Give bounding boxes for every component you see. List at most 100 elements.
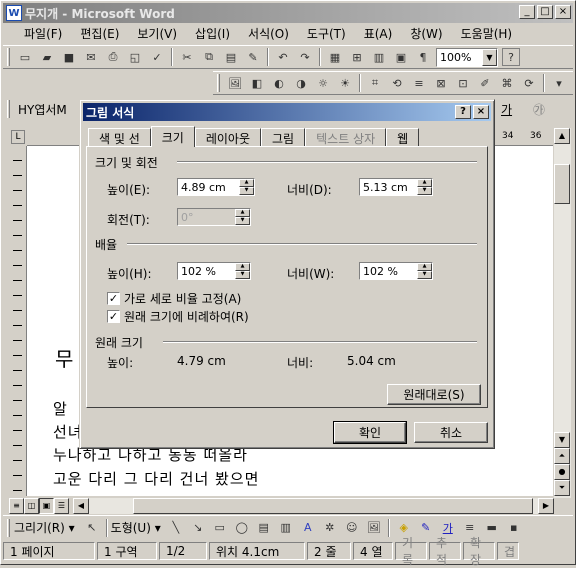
tables-borders-icon[interactable]: ▦ xyxy=(324,47,346,67)
next-page-icon[interactable]: ⏷ xyxy=(554,480,570,496)
checkmark-icon[interactable]: ✓ xyxy=(107,292,120,305)
normal-view-icon[interactable]: ≡ xyxy=(9,498,24,514)
text-wrap-icon[interactable]: ⊡ xyxy=(452,73,474,93)
print-preview-icon[interactable]: ◱ xyxy=(124,47,146,67)
vertical-scrollbar[interactable]: ▲ ▼ ⏶ ● ⏷ xyxy=(554,128,571,498)
spin-down-icon[interactable]: ▼ xyxy=(235,271,250,279)
autoshapes-button[interactable]: 도형(U) ▾ xyxy=(111,519,161,536)
cancel-button[interactable]: 취소 xyxy=(414,422,488,443)
scroll-down-icon[interactable]: ▼ xyxy=(554,432,570,448)
menu-view[interactable]: 보기(V) xyxy=(128,25,186,42)
spin-down-icon[interactable]: ▼ xyxy=(239,187,254,195)
copy-icon[interactable]: ⧉ xyxy=(198,47,220,67)
draw-menu-button[interactable]: 그리기(R) ▾ xyxy=(14,519,75,536)
format-painter-icon[interactable]: ✎ xyxy=(242,47,264,67)
scroll-right-icon[interactable]: ▶ xyxy=(538,498,554,514)
outline-view-icon[interactable]: ☰ xyxy=(54,498,69,514)
show-hide-icon[interactable]: ¶ xyxy=(412,47,434,67)
rotate-icon[interactable]: ⟲ xyxy=(386,73,408,93)
more-brightness-icon[interactable]: ☼ xyxy=(312,73,334,93)
menu-window[interactable]: 창(W) xyxy=(401,25,451,42)
menu-format[interactable]: 서식(O) xyxy=(239,25,298,42)
circle-char-icon[interactable]: ㉮ xyxy=(533,101,545,118)
format-picture-icon[interactable]: ✐ xyxy=(474,73,496,93)
tab-picture[interactable]: 그림 xyxy=(261,128,306,147)
toolbar-grip[interactable] xyxy=(7,518,10,537)
more-contrast-icon[interactable]: ◐ xyxy=(268,73,290,93)
spin-up-icon[interactable]: ▲ xyxy=(417,179,432,187)
height-input[interactable]: 4.89 cm ▲ ▼ xyxy=(177,178,255,196)
crop-icon[interactable]: ⌗ xyxy=(364,73,386,93)
title-bar[interactable]: W 무지개 - Microsoft Word _ □ × xyxy=(3,3,573,23)
close-button[interactable]: × xyxy=(555,5,571,19)
spellcheck-icon[interactable]: ✓ xyxy=(146,47,168,67)
menu-insert[interactable]: 삽입(I) xyxy=(186,25,239,42)
text-box-icon[interactable]: ▤ xyxy=(253,518,275,538)
redo-icon[interactable]: ↷ xyxy=(294,47,316,67)
columns-icon[interactable]: ▥ xyxy=(368,47,390,67)
tab-selector[interactable]: L xyxy=(11,130,25,144)
document-map-icon[interactable]: ▣ xyxy=(390,47,412,67)
compress-icon[interactable]: ⊠ xyxy=(430,73,452,93)
less-brightness-icon[interactable]: ☀ xyxy=(334,73,356,93)
tab-size[interactable]: 크기 xyxy=(150,126,195,147)
browse-object-icon[interactable]: ● xyxy=(554,464,570,480)
ok-button[interactable]: 확인 xyxy=(333,421,407,444)
maximize-button[interactable]: □ xyxy=(537,5,553,19)
word-app-icon[interactable]: W xyxy=(6,5,22,21)
print-layout-icon[interactable]: ▣ xyxy=(39,498,54,514)
dialog-help-button[interactable]: ? xyxy=(455,105,471,119)
lock-aspect-checkbox[interactable]: ✓ 가로 세로 비율 고정(A) xyxy=(107,290,241,307)
font-color-icon[interactable]: 가 xyxy=(501,101,512,118)
minimize-button[interactable]: _ xyxy=(519,5,535,19)
menu-table[interactable]: 표(A) xyxy=(355,25,402,42)
width-input[interactable]: 5.13 cm ▲ ▼ xyxy=(359,178,433,196)
reset-picture-icon[interactable]: ⟳ xyxy=(518,73,540,93)
new-document-icon[interactable]: ▭ xyxy=(14,47,36,67)
select-objects-icon[interactable]: ↖ xyxy=(81,518,103,538)
menu-file[interactable]: 파일(F) xyxy=(15,25,71,42)
shadow-icon[interactable]: ▪ xyxy=(503,518,525,538)
insert-picture-icon[interactable]: 🖼 xyxy=(224,73,246,93)
menu-help[interactable]: 도움말(H) xyxy=(452,25,522,42)
line-style-icon[interactable]: ≡ xyxy=(408,73,430,93)
dialog-close-button[interactable]: × xyxy=(473,105,489,119)
dialog-title-bar[interactable]: 그림 서식 ? × xyxy=(83,103,491,121)
spin-down-icon[interactable]: ▼ xyxy=(417,271,432,279)
oval-icon[interactable]: ◯ xyxy=(231,518,253,538)
previous-page-icon[interactable]: ⏶ xyxy=(554,448,570,464)
menu-tools[interactable]: 도구(T) xyxy=(298,25,355,42)
wordart-icon[interactable]: A xyxy=(297,518,319,538)
spin-up-icon[interactable]: ▲ xyxy=(235,263,250,271)
insert-table-icon[interactable]: ⊞ xyxy=(346,47,368,67)
paste-icon[interactable]: ▤ xyxy=(220,47,242,67)
relative-original-checkbox[interactable]: ✓ 원래 크기에 비례하여(R) xyxy=(107,308,249,325)
zoom-combo[interactable]: 100% ▼ xyxy=(436,47,498,67)
email-icon[interactable]: ✉ xyxy=(80,47,102,67)
open-folder-icon[interactable]: ▰ xyxy=(36,47,58,67)
scale-height-input[interactable]: 102 % ▲ ▼ xyxy=(177,262,251,280)
cut-icon[interactable]: ✂ xyxy=(176,47,198,67)
help-icon[interactable]: ? xyxy=(502,48,520,66)
status-rec[interactable]: 기록 xyxy=(395,536,427,567)
status-trk[interactable]: 추적 xyxy=(429,536,461,567)
status-ovr[interactable]: 겹 xyxy=(497,542,519,560)
toolbar-grip[interactable] xyxy=(7,48,10,66)
image-control-icon[interactable]: ◧ xyxy=(246,73,268,93)
undo-icon[interactable]: ↶ xyxy=(272,47,294,67)
scale-width-input[interactable]: 102 % ▲ ▼ xyxy=(359,262,433,280)
toolbar-grip[interactable] xyxy=(7,100,10,118)
rectangle-icon[interactable]: ▭ xyxy=(209,518,231,538)
insert-picture-dropdown-icon[interactable]: ▾ xyxy=(548,73,570,93)
scroll-thumb[interactable] xyxy=(554,164,570,204)
diagram-icon[interactable]: ✲ xyxy=(319,518,341,538)
style-combo[interactable]: HY엽서M xyxy=(18,101,67,118)
menu-edit[interactable]: 편집(E) xyxy=(71,25,128,42)
save-icon[interactable]: ■ xyxy=(58,47,80,67)
print-icon[interactable]: ⎙ xyxy=(102,47,124,67)
checkmark-icon[interactable]: ✓ xyxy=(107,310,120,323)
scroll-up-icon[interactable]: ▲ xyxy=(554,128,570,144)
clipart-icon[interactable]: ☺ xyxy=(341,518,363,538)
horizontal-scrollbar[interactable]: ◀ ▶ xyxy=(73,498,554,514)
tab-colors-lines[interactable]: 색 및 선 xyxy=(88,128,151,147)
